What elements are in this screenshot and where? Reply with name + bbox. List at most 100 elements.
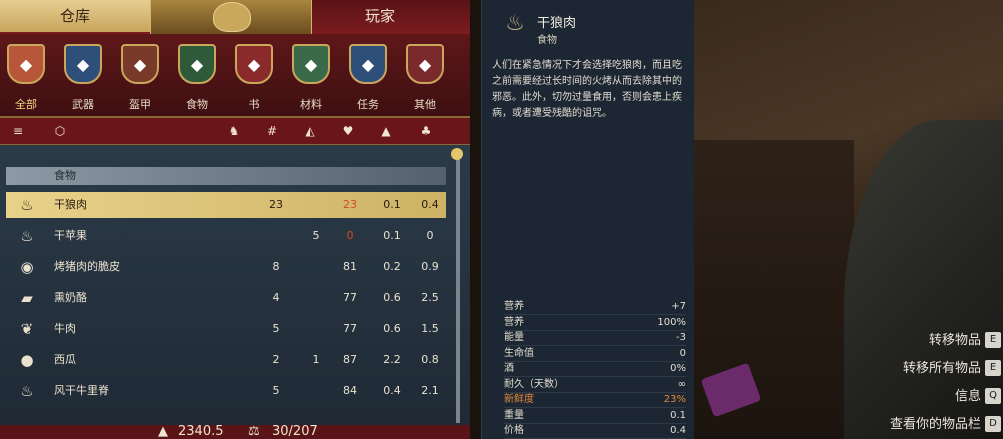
item-freshness: 84: [343, 384, 357, 397]
coin-icon: ▲: [158, 424, 168, 439]
misc-icon: ◆: [406, 44, 444, 84]
item-name: 牛肉: [54, 322, 76, 335]
stat-value: 0%: [670, 363, 686, 374]
item-qty: 4: [272, 291, 280, 304]
item-row[interactable]: ❦ 牛肉 5 77 0.6 1.5: [6, 316, 446, 342]
control-hint[interactable]: 信息 Q: [781, 388, 1001, 406]
stat-label: 营养: [504, 316, 524, 328]
item-freshness: 0: [346, 229, 354, 242]
item-detail-panel: ♨ 干狼肉 食物 人们在紧急情况下才会选择吃狼肉，而且吃之前需要经过长时间的火烤…: [481, 0, 695, 439]
item-weight: 0.2: [383, 260, 401, 273]
stat-row: 耐久（天数） ∞: [504, 377, 686, 393]
category-tab-0[interactable]: ◆ 全部: [2, 40, 50, 112]
inventory-panel: 仓库 玩家 ◆ 全部 ◆ 武器 ◆ 盔甲 ◆ 食物 ◆ 书 ◆ 材料 ◆ 任务 ◆ 其他 ≡ ⬡ ♞ # ◭ …: [0, 0, 470, 439]
item-row[interactable]: ● 西瓜 2 1 87 2.2 0.8: [6, 347, 446, 373]
item-price: 1.5: [421, 322, 439, 335]
stat-label: 价格: [504, 425, 524, 436]
section-header: 食物: [6, 167, 446, 185]
roast-pork-icon: ◉: [20, 258, 34, 276]
hint-label: 信息: [954, 389, 981, 404]
scrollbar[interactable]: [456, 153, 460, 423]
armor-icon: ◆: [121, 44, 159, 84]
item-price: 0.8: [421, 353, 439, 366]
tab-warehouse[interactable]: 仓库: [0, 0, 150, 32]
all-items-icon: ◆: [7, 44, 45, 84]
stat-value: 0: [679, 347, 686, 359]
item-weight: 0.1: [383, 198, 401, 211]
stat-label: 能量: [504, 332, 524, 343]
category-label: 任务: [357, 98, 379, 111]
category-tab-3[interactable]: ◆ 食物: [173, 40, 221, 112]
control-hint[interactable]: 查看你的物品栏 D: [781, 416, 1001, 434]
game-scene: 转移物品 E 转移所有物品 E 信息 Q 查看你的物品栏 D: [694, 0, 1003, 439]
filter-icon[interactable]: ⬡: [52, 123, 68, 139]
item-row[interactable]: ♨ 干苹果 5 0 0.1 0: [6, 223, 446, 249]
item-row[interactable]: ♨ 干狼肉 23 23 0.1 0.4: [6, 192, 446, 218]
item-freshness: 23: [343, 198, 357, 211]
stat-row: 营养 100%: [504, 315, 686, 331]
item-row[interactable]: ▰ 熏奶酪 4 77 0.6 2.5: [6, 285, 446, 311]
stat-value: +7: [671, 301, 686, 312]
watermelon-icon: ●: [20, 351, 34, 369]
player-qty-sort-icon[interactable]: ◭: [302, 123, 318, 139]
hint-label: 转移所有物品: [902, 361, 981, 376]
scroll-handle[interactable]: [451, 148, 463, 160]
freshness-sort-icon[interactable]: ♥: [340, 123, 356, 139]
category-label: 书: [248, 98, 260, 111]
item-qty: 23: [269, 198, 283, 211]
material-icon: ◆: [292, 44, 330, 84]
item-freshness: 77: [343, 322, 357, 335]
item-price: 0: [426, 229, 434, 242]
category-bar: ◆ 全部 ◆ 武器 ◆ 盔甲 ◆ 食物 ◆ 书 ◆ 材料 ◆ 任务 ◆ 其他: [0, 34, 470, 118]
price-sort-icon[interactable]: ♣: [418, 123, 434, 139]
hint-label: 查看你的物品栏: [889, 417, 981, 432]
stat-value: 23%: [663, 394, 686, 405]
item-name: 干苹果: [54, 229, 87, 242]
status-bar: ▲ 2340.5 ⚖ 30/207: [0, 425, 470, 439]
control-hint[interactable]: 转移所有物品 E: [781, 360, 1001, 378]
tab-player[interactable]: 玩家: [310, 0, 450, 32]
stat-value: ∞: [677, 378, 686, 390]
dried-meat-icon: ♨: [20, 196, 34, 214]
category-tab-6[interactable]: ◆ 任务: [344, 40, 392, 112]
key-badge: Q: [985, 388, 1001, 404]
item-type: 食物: [537, 35, 557, 46]
top-tab-bar: 仓库 玩家: [0, 0, 470, 34]
category-label: 全部: [15, 98, 37, 111]
category-tab-2[interactable]: ◆ 盔甲: [116, 40, 164, 112]
item-qty: 2: [272, 353, 280, 366]
key-badge: E: [985, 332, 1001, 348]
carry-weight-value: 30/207: [272, 424, 318, 439]
stat-row: 生命值 0: [504, 346, 686, 362]
weight-sort-icon[interactable]: ▲: [378, 123, 394, 139]
category-label: 其他: [414, 98, 436, 111]
category-tab-1[interactable]: ◆ 武器: [59, 40, 107, 112]
item-list: 食物 ♨ 干狼肉 23 23 0.1 0.4 ♨ 干苹果 5 0 0.1 0 ◉ 烤猪肉的脆皮 8 81 0.2…: [0, 145, 470, 425]
item-description: 人们在紧急情况下才会选择吃狼肉，而且吃之前需要经过长时间的火烤从而去除其中的邪恶…: [492, 60, 682, 119]
item-price: 0.4: [421, 198, 439, 211]
dried-beef-icon: ♨: [20, 382, 34, 400]
category-sort-icon[interactable]: ♞: [226, 123, 242, 139]
stat-value: 0.4: [670, 425, 686, 436]
item-qty: 8: [272, 260, 280, 273]
item-row[interactable]: ◉ 烤猪肉的脆皮 8 81 0.2 0.9: [6, 254, 446, 280]
category-label: 武器: [72, 98, 94, 111]
quantity-sort-icon[interactable]: #: [264, 123, 280, 139]
weight-icon: ⚖: [248, 424, 260, 439]
category-tab-4[interactable]: ◆ 书: [230, 40, 278, 112]
crest-emblem: [150, 0, 312, 34]
item-weight: 0.6: [383, 291, 401, 304]
stat-label: 耐久（天数）: [504, 378, 564, 390]
item-price: 0.9: [421, 260, 439, 273]
item-name: 烤猪肉的脆皮: [54, 260, 120, 273]
item-row[interactable]: ♨ 风干牛里脊 5 84 0.4 2.1: [6, 378, 446, 404]
control-hint[interactable]: 转移物品 E: [781, 332, 1001, 350]
sort-icon[interactable]: ≡: [10, 123, 26, 139]
category-tab-5[interactable]: ◆ 材料: [287, 40, 335, 112]
dried-meat-icon: ♨: [505, 11, 525, 36]
item-price: 2.1: [421, 384, 439, 397]
stat-row: 能量 -3: [504, 330, 686, 346]
stat-label: 营养: [504, 301, 524, 312]
money-value: 2340.5: [178, 424, 224, 439]
category-tab-7[interactable]: ◆ 其他: [401, 40, 449, 112]
